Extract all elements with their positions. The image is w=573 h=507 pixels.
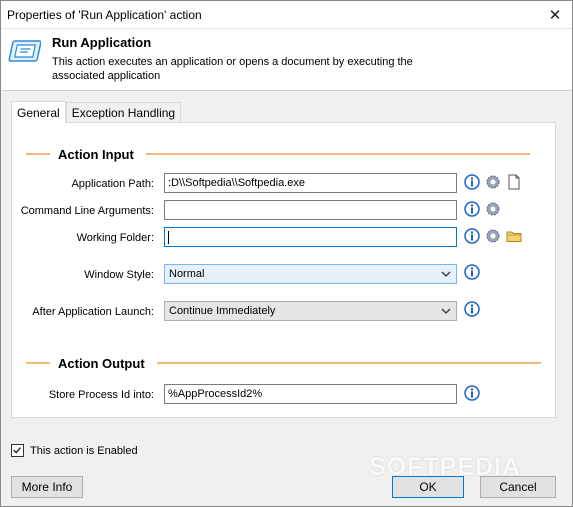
section-title: Action Input (58, 146, 134, 162)
gear-icon[interactable] (485, 201, 501, 217)
chevron-down-icon (441, 308, 451, 314)
info-icon[interactable] (464, 301, 480, 317)
gear-icon[interactable] (485, 228, 501, 244)
cancel-button[interactable]: Cancel (480, 476, 556, 498)
run-application-icon (8, 40, 41, 62)
tab-strip: General Exception Handling (11, 101, 182, 123)
after-launch-label: After Application Launch: (32, 306, 154, 318)
section-title: Action Output (58, 355, 145, 371)
info-icon[interactable] (464, 385, 480, 401)
close-icon[interactable]: ✕ (538, 1, 572, 28)
chevron-down-icon (441, 271, 451, 277)
after-launch-value: Continue Immediately (169, 305, 276, 317)
enabled-checkbox-row[interactable]: This action is Enabled (11, 444, 138, 457)
info-icon[interactable] (464, 264, 480, 280)
section-divider (156, 362, 541, 364)
title-bar: Properties of 'Run Application' action ✕ (1, 1, 572, 28)
ok-button[interactable]: OK (392, 476, 464, 498)
store-process-id-input[interactable]: %AppProcessId2% (164, 384, 457, 404)
info-icon[interactable] (464, 201, 480, 217)
application-path-input[interactable]: :D\\Softpedia\\Softpedia.exe (164, 173, 457, 193)
document-icon[interactable] (506, 174, 522, 190)
after-launch-select[interactable]: Continue Immediately (164, 301, 457, 321)
enabled-checkbox[interactable] (11, 444, 24, 457)
action-description: This action executes an application or o… (52, 56, 413, 82)
action-header: Run Application This action executes an … (1, 28, 572, 91)
section-divider (26, 362, 50, 364)
enabled-label: This action is Enabled (30, 444, 138, 457)
command-line-args-label: Command Line Arguments: (20, 205, 154, 217)
text-cursor (168, 230, 169, 244)
general-panel: Action Input Application Path: :D\\Softp… (11, 122, 556, 418)
action-output-section: Action Output (26, 355, 541, 371)
gear-icon[interactable] (485, 174, 501, 190)
action-title: Run Application (52, 35, 152, 50)
window-style-label: Window Style: (84, 269, 154, 281)
checkmark-icon (13, 447, 21, 454)
tab-general[interactable]: General (11, 101, 66, 123)
window-title: Properties of 'Run Application' action (7, 7, 202, 22)
working-folder-input[interactable] (164, 227, 457, 247)
section-divider (26, 153, 50, 155)
store-process-id-label: Store Process Id into: (48, 389, 154, 401)
application-path-label: Application Path: (71, 178, 154, 190)
info-icon[interactable] (464, 228, 480, 244)
info-icon[interactable] (464, 174, 480, 190)
section-divider (145, 153, 530, 155)
folder-icon[interactable] (506, 228, 522, 244)
command-line-args-input[interactable] (164, 200, 457, 220)
working-folder-label: Working Folder: (76, 232, 154, 244)
window-style-value: Normal (169, 268, 205, 280)
window-style-select[interactable]: Normal (164, 264, 457, 284)
tab-exception-handling[interactable]: Exception Handling (65, 102, 182, 123)
properties-dialog: Properties of 'Run Application' action ✕… (0, 0, 573, 507)
more-info-button[interactable]: More Info (11, 476, 83, 498)
action-input-section: Action Input (26, 146, 530, 162)
